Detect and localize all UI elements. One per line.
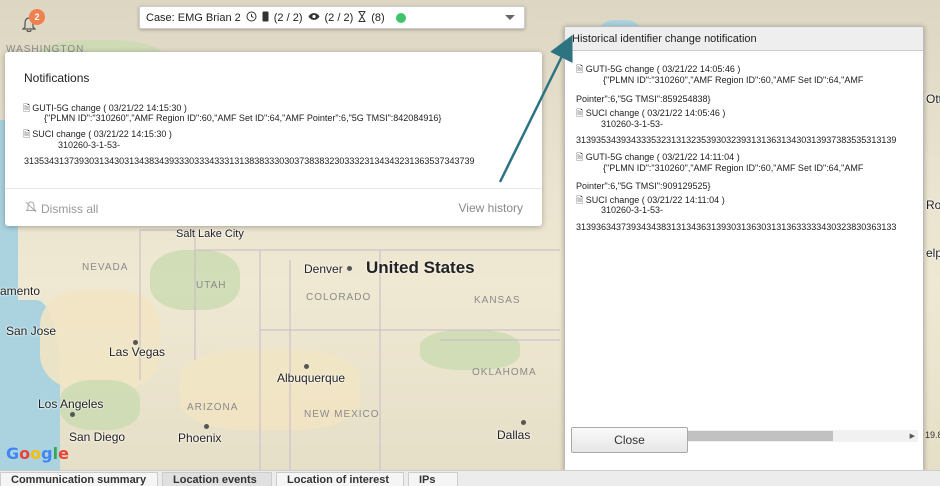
tab-ips[interactable]: IPs xyxy=(408,472,458,486)
notification-item-header-text: SUCI change ( 03/21/22 14:15:30 ) xyxy=(32,129,172,139)
map-label-sacramento: amento xyxy=(0,284,41,298)
history-entry-detail: {"PLMN ID":"310260","AMF Region ID":60,"… xyxy=(603,163,864,173)
device-count: (2 / 2) xyxy=(273,11,303,24)
notification-count-badge: 2 xyxy=(29,9,45,25)
map-label-san-diego: San Diego xyxy=(69,430,126,444)
map-label-partial-city: Ro xyxy=(926,198,940,212)
map-label-arizona: ARIZONA xyxy=(187,402,239,413)
history-entry-detail: 310260-3-1-53- xyxy=(601,205,664,215)
view-history-link[interactable]: View history xyxy=(459,201,523,215)
phone-icon xyxy=(262,11,269,25)
eye-icon xyxy=(308,12,320,24)
map-label-ottawa: Otta xyxy=(926,92,940,106)
map-label-new-mexico: NEW MEXICO xyxy=(304,409,380,420)
document-icon: 🗎 xyxy=(576,108,584,118)
notification-item-header-text: GUTI-5G change ( 03/21/22 14:15:30 ) xyxy=(32,103,187,113)
view-count: (2 / 2) xyxy=(324,11,354,24)
document-icon: 🗎 xyxy=(576,152,584,162)
city-dot xyxy=(347,266,352,271)
city-dot xyxy=(133,340,138,345)
history-entry-detail: 3139353439343335323131323539303239313136… xyxy=(576,135,897,145)
close-button[interactable]: Close xyxy=(571,427,688,453)
bottom-tab-bar: Communication summary Location events Lo… xyxy=(0,470,940,486)
map-label-los-angeles: Los Angeles xyxy=(38,397,104,411)
clock-icon xyxy=(246,11,257,25)
dismiss-all-button[interactable]: Dismiss all xyxy=(25,201,98,216)
history-entry-detail: 3139363437393434383131343631393031363031… xyxy=(576,222,897,232)
scroll-right-icon[interactable]: ▶ xyxy=(910,432,915,440)
city-dot xyxy=(204,424,209,429)
map-label-oklahoma: OKLAHOMA xyxy=(472,367,537,378)
history-entry-detail: {"PLMN ID":"310260","AMF Region ID":60,"… xyxy=(603,75,864,85)
map-label-kansas: KANSAS xyxy=(474,295,521,306)
map-scale: 19.8 xyxy=(925,430,940,440)
history-entry-detail: Pointer":6,"5G TMSI":859254838} xyxy=(576,94,711,104)
history-entry-detail: 310260-3-1-53- xyxy=(601,119,664,129)
map-label-phoenix: Phoenix xyxy=(178,431,222,445)
map-label-las-vegas: Las Vegas xyxy=(109,345,166,359)
hourglass-icon xyxy=(358,10,366,25)
google-logo: Google xyxy=(6,444,69,463)
chevron-down-icon[interactable] xyxy=(505,15,515,20)
map-label-colorado: COLORADO xyxy=(306,292,372,303)
map-label-dallas: Dallas xyxy=(497,428,531,442)
history-content[interactable]: 🗎 GUTI-5G change ( 03/21/22 14:05:46 ) {… xyxy=(570,57,918,422)
city-dot xyxy=(304,364,309,369)
notification-item-detail: 310260-3-1-53- xyxy=(58,140,121,150)
map-label-san-jose: San Jose xyxy=(6,324,57,338)
divider xyxy=(5,188,542,189)
notifications-title: Notifications xyxy=(24,71,90,85)
document-icon: 🗎 xyxy=(23,103,31,113)
map-label-salt-lake-city: Salt Lake City xyxy=(176,228,244,240)
dialog-title: Historical identifier change notificatio… xyxy=(565,27,923,51)
city-dot xyxy=(70,412,75,417)
history-entry-detail: Pointer":6,"5G TMSI":909129525} xyxy=(576,181,711,191)
document-icon: 🗎 xyxy=(576,64,584,74)
map-label-utah: UTAH xyxy=(196,280,227,291)
map-label-partial-city: elpl xyxy=(926,246,940,260)
map-label-united-states: United States xyxy=(366,258,475,277)
pending-count: (8) xyxy=(371,11,385,24)
map-label-denver: Denver xyxy=(304,262,343,276)
bell-off-icon xyxy=(25,201,37,216)
status-indicator xyxy=(395,12,406,23)
tab-location-events[interactable]: Location events xyxy=(162,472,272,486)
case-selector[interactable]: Case: EMG Brian 2 (2 / 2) (2 / 2) (8) xyxy=(139,6,525,29)
city-dot xyxy=(521,420,526,425)
case-label: Case: EMG Brian 2 xyxy=(146,11,241,24)
dismiss-all-label: Dismiss all xyxy=(41,201,99,216)
tab-location-of-interest[interactable]: Location of interest xyxy=(276,472,404,486)
notifications-panel: Notifications 🗎 GUTI-5G change ( 03/21/22… xyxy=(5,52,542,226)
document-icon: 🗎 xyxy=(23,129,31,139)
notification-item-detail: {"PLMN ID":"310260","AMF Region ID":60,"… xyxy=(44,113,442,123)
map-label-nevada: NEVADA xyxy=(82,262,129,273)
history-dialog: Historical identifier change notificatio… xyxy=(564,26,924,474)
document-icon: 🗎 xyxy=(576,195,584,205)
notification-item-detail: 3135343137393031343031343834393330333433… xyxy=(24,156,475,166)
tab-communication-summary[interactable]: Communication summary xyxy=(0,472,158,486)
map-label-albuquerque: Albuquerque xyxy=(277,371,346,385)
